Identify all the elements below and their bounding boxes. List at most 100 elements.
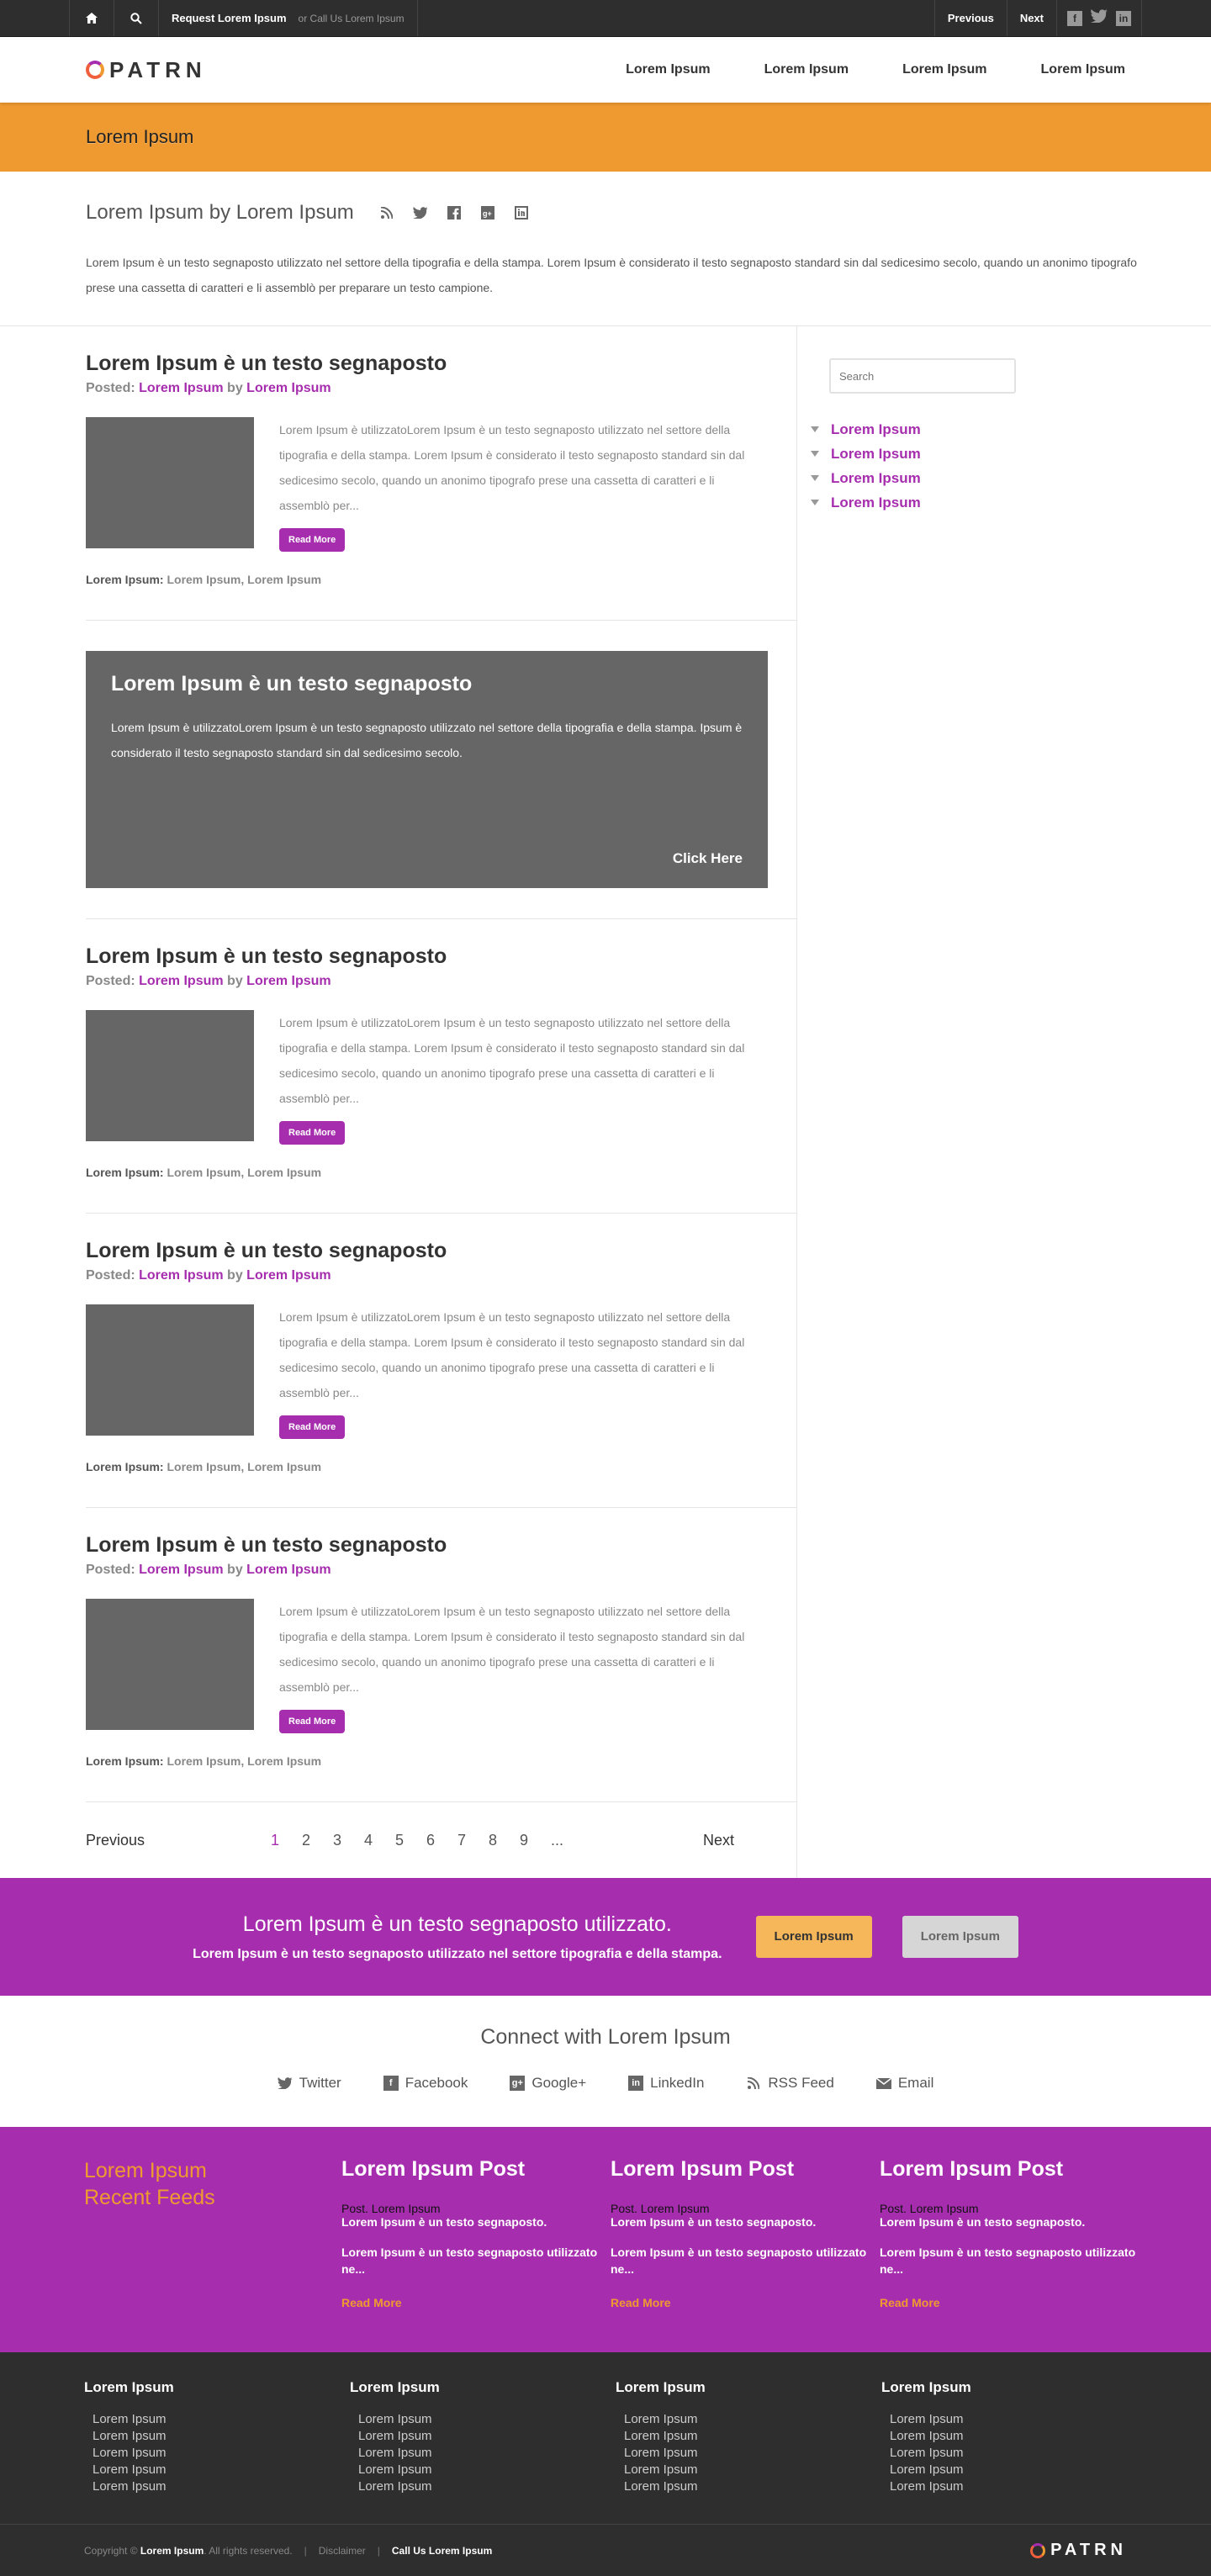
footer-link[interactable]: Lorem Ipsum <box>624 2428 881 2445</box>
connect-linkedin[interactable]: in LinkedIn <box>628 2075 704 2092</box>
read-more-button[interactable]: Read More <box>279 1121 346 1145</box>
post-title[interactable]: Lorem Ipsum è un testo segnaposto <box>86 352 768 376</box>
read-more-button[interactable]: Read More <box>279 1710 346 1733</box>
nav-item-2[interactable]: Lorem Ipsum <box>764 62 849 77</box>
page-link[interactable]: 5 <box>395 1832 426 1849</box>
request-link[interactable]: Request Lorem Ipsum <box>172 12 287 24</box>
pagination-previous[interactable]: Previous <box>86 1832 145 1849</box>
connect-facebook[interactable]: f Facebook <box>383 2075 468 2092</box>
footer-link[interactable]: Lorem Ipsum <box>624 2445 881 2462</box>
connect-rss[interactable]: RSS Feed <box>746 2075 834 2092</box>
next-link[interactable]: Next <box>1006 0 1056 36</box>
facebook-icon[interactable]: f <box>1067 10 1082 26</box>
disclaimer-link[interactable]: Disclaimer <box>319 2545 366 2557</box>
linkedin-icon[interactable]: in <box>1116 10 1131 26</box>
page-link[interactable]: 3 <box>333 1832 364 1849</box>
feed-read-more[interactable]: Read More <box>611 2296 880 2309</box>
footer-link[interactable]: Lorem Ipsum <box>890 2478 1147 2495</box>
footer-link[interactable]: Lorem Ipsum <box>358 2411 616 2428</box>
site-logo[interactable]: PATRN <box>86 57 207 83</box>
nav-item-3[interactable]: Lorem Ipsum <box>902 62 986 77</box>
tag-link[interactable]: Lorem Ipsum <box>247 1166 321 1179</box>
tag-link[interactable]: Lorem Ipsum <box>247 1460 321 1473</box>
connect-google-plus[interactable]: g+ Google+ <box>510 2075 586 2092</box>
footer-link[interactable]: Lorem Ipsum <box>890 2428 1147 2445</box>
twitter-icon[interactable] <box>1091 9 1108 27</box>
click-here-link[interactable]: Click Here <box>673 850 743 867</box>
post-author-link[interactable]: Lorem Ipsum <box>139 381 223 395</box>
nav-item-1[interactable]: Lorem Ipsum <box>626 62 710 77</box>
footer-link[interactable]: Lorem Ipsum <box>890 2445 1147 2462</box>
nav-item-4[interactable]: Lorem Ipsum <box>1041 62 1125 77</box>
post-thumbnail[interactable] <box>86 1599 254 1730</box>
footer-link[interactable]: Lorem Ipsum <box>624 2411 881 2428</box>
feed-read-more[interactable]: Read More <box>880 2296 1149 2309</box>
post-thumbnail[interactable] <box>86 417 254 548</box>
feed-read-more[interactable]: Read More <box>341 2296 611 2309</box>
footer-link[interactable]: Lorem Ipsum <box>93 2478 350 2495</box>
sidebar-link[interactable]: Lorem Ipsum <box>831 470 921 487</box>
google-plus-icon[interactable]: g+ <box>480 205 495 220</box>
tag-link[interactable]: Lorem Ipsum <box>247 1754 321 1768</box>
post-author-link[interactable]: Lorem Ipsum <box>139 1563 223 1577</box>
sidebar-link[interactable]: Lorem Ipsum <box>831 421 921 438</box>
post-category-link[interactable]: Lorem Ipsum <box>246 1268 331 1283</box>
cta-secondary-button[interactable]: Lorem Ipsum <box>902 1916 1018 1958</box>
feed-title[interactable]: Lorem Ipsum Post <box>611 2157 880 2182</box>
footer-link[interactable]: Lorem Ipsum <box>93 2445 350 2462</box>
footer-link[interactable]: Lorem Ipsum <box>358 2462 616 2478</box>
previous-link[interactable]: Previous <box>933 0 1007 36</box>
tag-link[interactable]: Lorem Ipsum <box>167 1754 241 1768</box>
sidebar-link[interactable]: Lorem Ipsum <box>831 495 921 511</box>
sidebar-search-input[interactable] <box>829 358 1016 394</box>
post-author-link[interactable]: Lorem Ipsum <box>139 974 223 988</box>
footer-link[interactable]: Lorem Ipsum <box>890 2462 1147 2478</box>
footer-link[interactable]: Lorem Ipsum <box>358 2445 616 2462</box>
tag-link[interactable]: Lorem Ipsum <box>247 573 321 586</box>
call-us-link[interactable]: Call Us Lorem Ipsum <box>392 2545 492 2557</box>
connect-twitter[interactable]: Twitter <box>277 2075 341 2092</box>
tag-link[interactable]: Lorem Ipsum <box>167 1460 241 1473</box>
footer-link[interactable]: Lorem Ipsum <box>93 2428 350 2445</box>
post-thumbnail[interactable] <box>86 1010 254 1141</box>
post-category-link[interactable]: Lorem Ipsum <box>246 381 331 395</box>
cta-primary-button[interactable]: Lorem Ipsum <box>755 1916 872 1958</box>
page-link[interactable]: 8 <box>489 1832 520 1849</box>
twitter-icon[interactable] <box>413 205 428 220</box>
post-title[interactable]: Lorem Ipsum è un testo segnaposto <box>86 944 768 969</box>
post-title[interactable]: Lorem Ipsum è un testo segnaposto <box>86 1239 768 1263</box>
post-thumbnail[interactable] <box>86 1304 254 1436</box>
post-author-link[interactable]: Lorem Ipsum <box>139 1268 223 1283</box>
feed-title[interactable]: Lorem Ipsum Post <box>880 2157 1149 2182</box>
read-more-button[interactable]: Read More <box>279 528 346 552</box>
page-link[interactable]: 4 <box>364 1832 395 1849</box>
post-category-link[interactable]: Lorem Ipsum <box>246 1563 331 1577</box>
home-button[interactable] <box>69 0 114 36</box>
facebook-icon[interactable] <box>447 205 462 220</box>
footer-link[interactable]: Lorem Ipsum <box>358 2478 616 2495</box>
page-link-current[interactable]: 1 <box>271 1832 302 1849</box>
linkedin-icon[interactable] <box>514 205 529 220</box>
sidebar-link[interactable]: Lorem Ipsum <box>831 446 921 463</box>
page-link[interactable]: 9 <box>520 1832 551 1849</box>
footer-link[interactable]: Lorem Ipsum <box>624 2478 881 2495</box>
page-link[interactable]: 2 <box>302 1832 333 1849</box>
search-button[interactable] <box>114 0 158 36</box>
footer-link[interactable]: Lorem Ipsum <box>624 2462 881 2478</box>
footer-link[interactable]: Lorem Ipsum <box>358 2428 616 2445</box>
connect-email[interactable]: Email <box>875 2075 933 2092</box>
feed-title[interactable]: Lorem Ipsum Post <box>341 2157 611 2182</box>
tag-link[interactable]: Lorem Ipsum <box>167 573 241 586</box>
page-link[interactable]: 7 <box>457 1832 489 1849</box>
footer-link[interactable]: Lorem Ipsum <box>93 2411 350 2428</box>
rss-icon[interactable] <box>379 205 394 220</box>
pagination-next[interactable]: Next <box>703 1832 734 1849</box>
footer-link[interactable]: Lorem Ipsum <box>890 2411 1147 2428</box>
read-more-button[interactable]: Read More <box>279 1415 346 1439</box>
footer-logo[interactable]: PATRN <box>1030 2541 1127 2560</box>
tag-link[interactable]: Lorem Ipsum <box>167 1166 241 1179</box>
footer-link[interactable]: Lorem Ipsum <box>93 2462 350 2478</box>
post-title[interactable]: Lorem Ipsum è un testo segnaposto <box>86 1533 768 1558</box>
page-link[interactable]: 6 <box>426 1832 457 1849</box>
post-category-link[interactable]: Lorem Ipsum <box>246 974 331 988</box>
